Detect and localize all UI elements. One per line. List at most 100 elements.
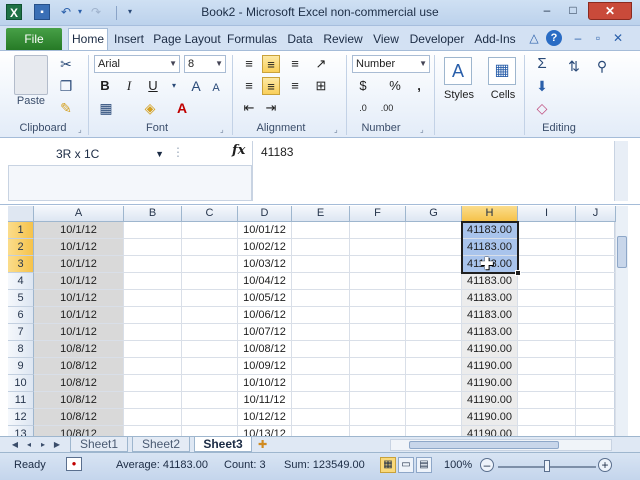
cell-c9[interactable] <box>182 358 238 375</box>
cell-h12[interactable]: 41190.00 <box>462 409 518 426</box>
cell-e2[interactable] <box>292 239 350 256</box>
clipboard-launcher-icon[interactable]: ⌟ <box>78 125 82 134</box>
cell-j5[interactable] <box>576 290 616 307</box>
alignment-launcher-icon[interactable]: ⌟ <box>334 125 338 134</box>
tab-view[interactable]: View <box>370 30 402 50</box>
cell-i11[interactable] <box>518 392 576 409</box>
cell-a2[interactable]: 10/1/12 <box>34 239 124 256</box>
cell-b6[interactable] <box>124 307 182 324</box>
cell-g10[interactable] <box>406 375 462 392</box>
workbook-restore-icon[interactable]: ▫ <box>590 30 606 46</box>
row-header[interactable]: 8 <box>8 341 34 358</box>
cell-i4[interactable] <box>518 273 576 290</box>
cell-d12[interactable]: 10/12/12 <box>238 409 292 426</box>
cell-f4[interactable] <box>350 273 406 290</box>
column-header-c[interactable]: C <box>182 206 238 222</box>
normal-view-icon[interactable]: ▦ <box>380 457 396 473</box>
cell-c13[interactable] <box>182 426 238 436</box>
paste-button[interactable]: Paste <box>14 95 48 107</box>
cell-c1[interactable] <box>182 222 238 239</box>
cell-i2[interactable] <box>518 239 576 256</box>
cell-e8[interactable] <box>292 341 350 358</box>
cell-b9[interactable] <box>124 358 182 375</box>
cell-g2[interactable] <box>406 239 462 256</box>
cell-d8[interactable]: 10/08/12 <box>238 341 292 358</box>
cut-icon[interactable]: ✂ <box>56 55 76 73</box>
cell-g11[interactable] <box>406 392 462 409</box>
cell-a5[interactable]: 10/1/12 <box>34 290 124 307</box>
row-header[interactable]: 3 <box>8 256 34 273</box>
cell-f7[interactable] <box>350 324 406 341</box>
comma-button[interactable]: , <box>410 77 428 95</box>
maximize-button[interactable]: □ <box>560 2 586 20</box>
cell-j10[interactable] <box>576 375 616 392</box>
workbook-close-icon[interactable]: ✕ <box>610 30 626 46</box>
formula-input[interactable]: 41183 <box>252 141 612 201</box>
font-name-combo[interactable]: Arial ▼ <box>94 55 180 73</box>
cell-h13[interactable]: 41190.00 <box>462 426 518 436</box>
help-icon[interactable]: ? <box>546 30 562 46</box>
cell-h6[interactable]: 41183.00 <box>462 307 518 324</box>
horizontal-scrollbar[interactable] <box>390 439 612 451</box>
cell-g1[interactable] <box>406 222 462 239</box>
tab-home[interactable]: Home <box>68 28 108 50</box>
worksheet-grid[interactable]: A B C D E F G H I J 1 10/1/12 10/01/12 41183.00 2 10/1/… <box>0 206 640 436</box>
cell-h11[interactable]: 41190.00 <box>462 392 518 409</box>
first-sheet-icon[interactable]: ◀ <box>10 438 20 452</box>
column-header-g[interactable]: G <box>406 206 462 222</box>
cell-d5[interactable]: 10/05/12 <box>238 290 292 307</box>
underline-button[interactable]: U <box>144 77 162 95</box>
column-header-a[interactable]: A <box>34 206 124 222</box>
cell-a1[interactable]: 10/1/12 <box>34 222 124 239</box>
zoom-in-icon[interactable]: + <box>598 458 612 472</box>
cell-a8[interactable]: 10/8/12 <box>34 341 124 358</box>
cell-h7[interactable]: 41183.00 <box>462 324 518 341</box>
clipboard-icon[interactable] <box>14 55 48 95</box>
row-header[interactable]: 1 <box>8 222 34 239</box>
sheet-tab-sheet3[interactable]: Sheet3 <box>194 437 252 452</box>
align-center-icon[interactable]: ≡ <box>262 77 280 95</box>
row-header[interactable]: 2 <box>8 239 34 256</box>
cell-e3[interactable] <box>292 256 350 273</box>
cell-i13[interactable] <box>518 426 576 436</box>
merge-center-icon[interactable]: ⊞ <box>312 77 330 95</box>
top-align-icon[interactable]: ≡ <box>240 55 258 73</box>
horizontal-scroll-thumb[interactable] <box>409 441 559 449</box>
zoom-out-icon[interactable]: – <box>480 458 494 472</box>
cell-i9[interactable] <box>518 358 576 375</box>
cell-j13[interactable] <box>576 426 616 436</box>
cell-d4[interactable]: 10/04/12 <box>238 273 292 290</box>
cell-j11[interactable] <box>576 392 616 409</box>
name-box[interactable]: 3R x 1C ▼ <box>8 143 168 165</box>
styles-icon[interactable]: A <box>444 57 472 85</box>
decrease-font-icon[interactable]: A <box>206 79 226 97</box>
cell-h1[interactable]: 41183.00 <box>462 222 518 239</box>
tab-add-ins[interactable]: Add-Ins <box>472 30 518 50</box>
autosum-icon[interactable]: Σ <box>532 55 552 73</box>
column-header-j[interactable]: J <box>576 206 616 222</box>
cell-d9[interactable]: 10/09/12 <box>238 358 292 375</box>
last-sheet-icon[interactable]: ▶ <box>52 438 62 452</box>
decrease-decimal-icon[interactable]: .00 <box>378 99 396 117</box>
cell-i10[interactable] <box>518 375 576 392</box>
format-painter-icon[interactable]: ✎ <box>56 99 76 117</box>
page-break-view-icon[interactable]: ▤ <box>416 457 432 473</box>
cell-c11[interactable] <box>182 392 238 409</box>
cell-f10[interactable] <box>350 375 406 392</box>
fill-handle[interactable] <box>515 270 521 276</box>
workbook-minimize-icon[interactable]: – <box>570 30 586 46</box>
font-launcher-icon[interactable]: ⌟ <box>220 125 224 134</box>
cell-e9[interactable] <box>292 358 350 375</box>
cells-icon[interactable]: ▦ <box>488 57 516 85</box>
fill-color-icon[interactable]: ◈ <box>140 99 160 117</box>
next-sheet-icon[interactable]: ▸ <box>38 438 48 452</box>
cell-j6[interactable] <box>576 307 616 324</box>
cell-f6[interactable] <box>350 307 406 324</box>
cell-e11[interactable] <box>292 392 350 409</box>
insert-sheet-icon[interactable]: ✚ <box>258 438 267 451</box>
increase-font-icon[interactable]: A <box>186 77 206 95</box>
cell-i12[interactable] <box>518 409 576 426</box>
close-button[interactable]: ✕ <box>588 2 632 20</box>
cell-j3[interactable] <box>576 256 616 273</box>
cell-a6[interactable]: 10/1/12 <box>34 307 124 324</box>
